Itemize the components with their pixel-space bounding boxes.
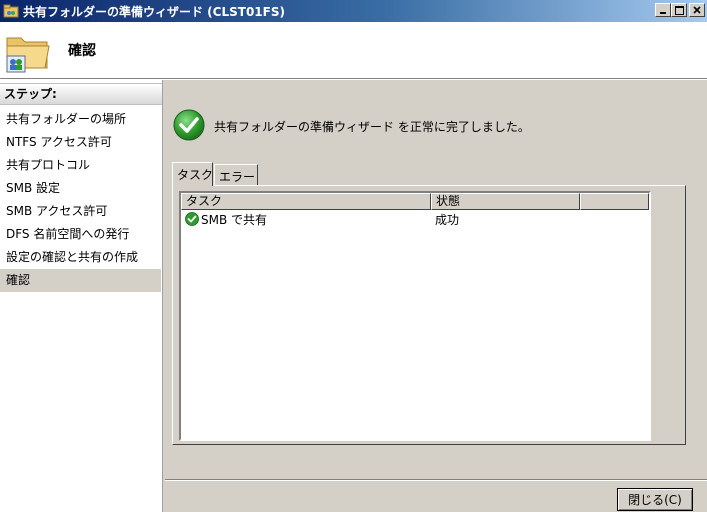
table-row[interactable]: SMB で共有 成功	[181, 210, 649, 228]
minimize-button[interactable]	[655, 3, 671, 17]
sidebar-item-confirmation[interactable]: 確認	[0, 269, 161, 292]
success-check-icon	[173, 109, 205, 141]
steps-list: 共有フォルダーの場所 NTFS アクセス許可 共有プロトコル SMB 設定 SM…	[0, 108, 162, 292]
tab-errors[interactable]: エラー	[214, 164, 258, 186]
maximize-button[interactable]	[671, 3, 687, 17]
window-title-bar[interactable]: 共有フォルダーの準備ウィザード (CLST01FS)	[0, 0, 707, 22]
close-button[interactable]: 閉じる(C)	[617, 488, 693, 511]
sidebar-item-smb-settings[interactable]: SMB 設定	[0, 177, 162, 200]
page-title: 確認	[68, 43, 96, 59]
column-header-task[interactable]: タスク	[181, 193, 431, 210]
task-list[interactable]: タスク 状態 SMB で共有 成功	[179, 191, 651, 441]
wizard-header: 確認	[0, 22, 707, 78]
sidebar-item-review-settings[interactable]: 設定の確認と共有の作成	[0, 246, 162, 269]
task-name: SMB で共有	[201, 212, 268, 227]
task-list-header: タスク 状態	[181, 193, 649, 210]
sidebar-item-shared-folder-location[interactable]: 共有フォルダーの場所	[0, 108, 162, 131]
tab-tasks[interactable]: タスク	[172, 162, 213, 186]
column-header-extra[interactable]	[580, 193, 649, 210]
wizard-app-icon	[3, 3, 19, 19]
close-window-button[interactable]	[689, 3, 705, 17]
task-cell: SMB で共有	[181, 211, 431, 228]
close-icon	[690, 4, 704, 16]
column-header-status[interactable]: 状態	[431, 193, 580, 210]
status-cell: 成功	[435, 212, 460, 227]
sidebar-item-dfs-namespace[interactable]: DFS 名前空間への発行	[0, 223, 162, 246]
minimize-icon	[656, 4, 670, 16]
shared-folder-icon	[5, 28, 51, 74]
sidebar-item-share-protocols[interactable]: 共有プロトコル	[0, 154, 162, 177]
steps-header: ステップ:	[0, 83, 162, 105]
maximize-icon	[672, 4, 686, 16]
sidebar-item-ntfs-permissions[interactable]: NTFS アクセス許可	[0, 131, 162, 154]
success-check-icon	[185, 212, 199, 226]
completion-message: 共有フォルダーの準備ウィザード を正常に完了しました。	[214, 120, 530, 134]
sidebar-item-smb-permissions[interactable]: SMB アクセス許可	[0, 200, 162, 223]
window-title: 共有フォルダーの準備ウィザード (CLST01FS)	[23, 4, 285, 19]
steps-sidebar: ステップ: 共有フォルダーの場所 NTFS アクセス許可 共有プロトコル SMB…	[0, 80, 163, 512]
wizard-footer: 閉じる(C)	[165, 481, 707, 512]
main-panel: 共有フォルダーの準備ウィザード を正常に完了しました。 タスク エラー タスク …	[165, 80, 707, 480]
tasks-tab-panel: タスク 状態 SMB で共有 成功	[172, 185, 686, 445]
